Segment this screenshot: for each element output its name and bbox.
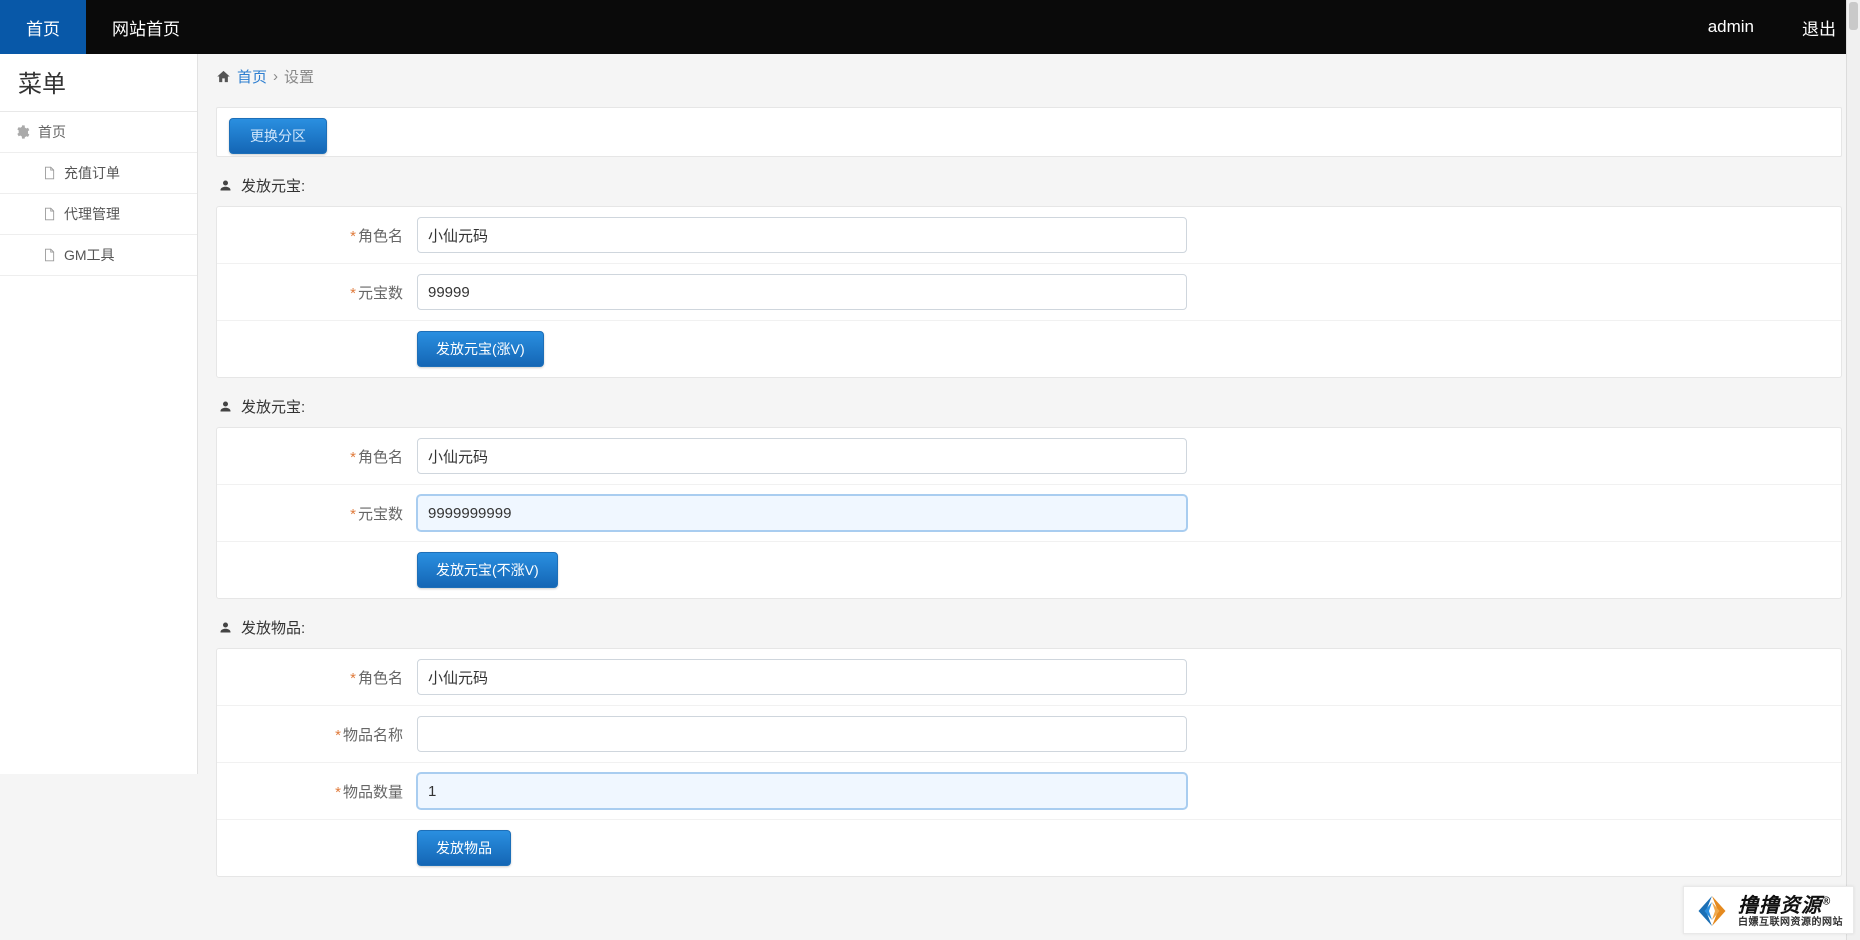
form-row: *元宝数 (217, 485, 1841, 542)
watermark: 撸撸资源® 白嫖互联网资源的网站 (1683, 886, 1854, 934)
form-row: *物品名称 (217, 706, 1841, 763)
text-input[interactable] (417, 659, 1187, 695)
submit-button[interactable]: 发放元宝(不涨V) (417, 552, 558, 588)
section-title: 发放元宝: (241, 396, 305, 417)
submit-button[interactable]: 发放元宝(涨V) (417, 331, 544, 367)
person-icon (218, 399, 233, 414)
sidebar-menu: 首页 充值订单 代理管理 GM工具 (0, 112, 197, 276)
section-title: 发放元宝: (241, 175, 305, 196)
form-label: *物品数量 (217, 781, 417, 802)
nav-home[interactable]: 首页 (0, 0, 86, 54)
form-row-submit: 发放元宝(不涨V) (217, 542, 1841, 598)
sidebar-item-label: GM工具 (64, 245, 115, 265)
section-title: 发放物品: (241, 617, 305, 638)
form-box: *角色名 *元宝数发放元宝(不涨V) (216, 427, 1842, 599)
text-input[interactable] (417, 495, 1187, 531)
form-box: *角色名 *物品名称 *物品数量发放物品 (216, 648, 1842, 877)
watermark-main: 撸撸资源® (1738, 895, 1843, 917)
section-heading: 发放元宝: (198, 378, 1860, 427)
text-input[interactable] (417, 438, 1187, 474)
form-label: *元宝数 (217, 282, 417, 303)
section-heading: 发放元宝: (198, 157, 1860, 206)
zone-panel: 更换分区 (216, 107, 1842, 157)
sidebar-item-agent[interactable]: 代理管理 (0, 194, 197, 234)
breadcrumb-home-link[interactable]: 首页 (237, 66, 267, 87)
nav-site-home[interactable]: 网站首页 (86, 0, 206, 54)
sidebar-item-home[interactable]: 首页 (0, 112, 197, 152)
watermark-sub: 白嫖互联网资源的网站 (1738, 917, 1843, 928)
text-input[interactable] (417, 716, 1187, 752)
logo-icon (1694, 893, 1730, 929)
form-row: *物品数量 (217, 763, 1841, 820)
sidebar-title: 菜单 (0, 54, 197, 112)
form-row: *元宝数 (217, 264, 1841, 321)
sidebar-item-label: 充值订单 (64, 163, 120, 183)
form-box: *角色名 *元宝数发放元宝(涨V) (216, 206, 1842, 378)
form-label: *元宝数 (217, 503, 417, 524)
vertical-scrollbar[interactable] (1846, 0, 1860, 940)
breadcrumb-sep: › (273, 68, 278, 85)
form-row: *角色名 (217, 428, 1841, 485)
change-zone-button[interactable]: 更换分区 (229, 118, 327, 154)
watermark-text: 撸撸资源® 白嫖互联网资源的网站 (1738, 895, 1843, 928)
gear-icon (14, 124, 30, 140)
sidebar-item-label: 代理管理 (64, 204, 120, 224)
document-icon (42, 166, 56, 180)
form-row-submit: 发放元宝(涨V) (217, 321, 1841, 377)
home-icon (216, 69, 231, 84)
text-input[interactable] (417, 217, 1187, 253)
topbar-left: 首页 网站首页 (0, 0, 206, 54)
topbar-right: admin 退出 (1684, 0, 1860, 54)
breadcrumb: 首页 › 设置 (198, 54, 1860, 99)
form-label: *角色名 (217, 667, 417, 688)
document-icon (42, 207, 56, 221)
form-row-submit: 发放物品 (217, 820, 1841, 876)
sidebar-item-label: 首页 (38, 122, 66, 142)
form-row: *角色名 (217, 207, 1841, 264)
sidebar-item-gm-tools[interactable]: GM工具 (0, 235, 197, 275)
breadcrumb-current: 设置 (284, 66, 314, 87)
section-heading: 发放物品: (198, 599, 1860, 648)
nav-user[interactable]: admin (1684, 0, 1778, 54)
document-icon (42, 248, 56, 262)
form-label: *角色名 (217, 446, 417, 467)
main-content: 首页 › 设置 更换分区 发放元宝:*角色名*元宝数发放元宝(涨V)发放元宝:*… (198, 54, 1860, 917)
scrollbar-thumb[interactable] (1849, 2, 1858, 30)
sidebar: 菜单 首页 充值订单 代理管理 (0, 54, 198, 774)
text-input[interactable] (417, 773, 1187, 809)
text-input[interactable] (417, 274, 1187, 310)
person-icon (218, 178, 233, 193)
sidebar-item-recharge[interactable]: 充值订单 (0, 153, 197, 193)
form-label: *角色名 (217, 225, 417, 246)
topbar-spacer (206, 0, 1684, 54)
form-row: *角色名 (217, 649, 1841, 706)
submit-button[interactable]: 发放物品 (417, 830, 511, 866)
form-label: *物品名称 (217, 724, 417, 745)
person-icon (218, 620, 233, 635)
topbar: 首页 网站首页 admin 退出 (0, 0, 1860, 54)
